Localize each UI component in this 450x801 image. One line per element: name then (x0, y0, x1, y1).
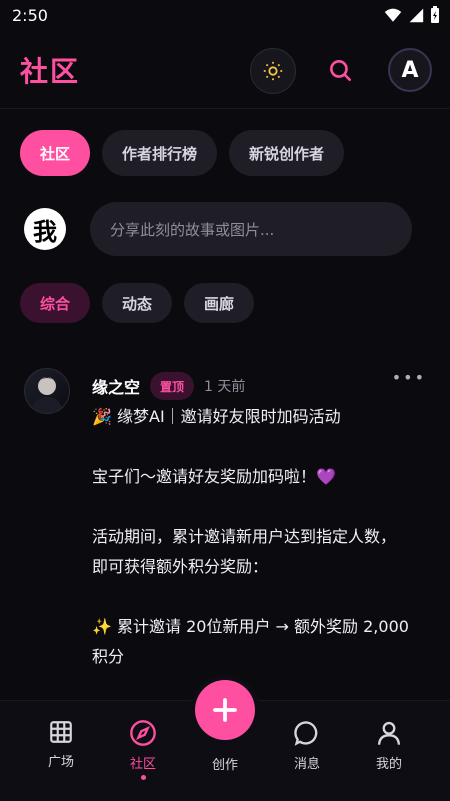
post-line-spacer (92, 582, 432, 612)
post-header: 缘之空 置顶 1 天前 (92, 372, 245, 400)
user-avatar[interactable]: A (388, 48, 432, 92)
post-content: 🎉 缘梦AI｜邀请好友限时加码活动 宝子们～邀请好友奖励加码啦！💜 活动期间，累… (92, 402, 432, 672)
me-avatar: 我 (24, 208, 66, 250)
top-app-bar: 社区 A (0, 32, 450, 109)
post-line: 积分 (92, 647, 125, 666)
more-options-icon[interactable]: ••• (392, 368, 426, 387)
nav-create-label: 创作 (211, 758, 238, 773)
post-line: 🎉 缘梦AI｜邀请好友限时加码活动 (92, 407, 341, 426)
post-author-avatar[interactable] (24, 368, 70, 414)
status-bar: 2:50 (0, 0, 450, 32)
tab-community[interactable]: 社区 (20, 130, 91, 176)
post-line: 即可获得额外积分奖励： (92, 557, 269, 576)
active-indicator-dot (140, 775, 146, 780)
filter-all[interactable]: 综合 (20, 283, 91, 323)
status-icons (384, 6, 440, 24)
post-line: 活动期间，累计邀请新用户达到指定人数， (92, 527, 397, 546)
nav-profile-label: 我的 (375, 757, 402, 772)
wifi-icon (384, 8, 402, 22)
theme-toggle-button[interactable] (250, 48, 296, 94)
section-tabs: 社区 作者排行榜 新锐创作者 (20, 130, 345, 176)
create-button[interactable] (195, 680, 255, 740)
filter-gallery[interactable]: 画廊 (184, 283, 255, 323)
chat-bubble-icon (294, 721, 318, 746)
composer-input[interactable]: 分享此刻的故事或图片... (90, 202, 412, 256)
signal-icon (409, 8, 424, 23)
nav-messages-label: 消息 (293, 757, 320, 772)
search-icon (330, 60, 352, 82)
tab-author-ranking[interactable]: 作者排行榜 (102, 130, 218, 176)
pinned-badge: 置顶 (150, 372, 195, 400)
nav-plaza-label: 广场 (47, 755, 74, 770)
status-time: 2:50 (12, 6, 48, 25)
person-icon (377, 721, 401, 745)
battery-icon (431, 6, 439, 23)
person-portrait-icon (31, 377, 63, 413)
post-line: ✨ 累计邀请 20位新用户 → 额外奖励 2,000 (92, 617, 409, 636)
nav-plaza[interactable]: 广场 (31, 719, 91, 770)
post-timestamp: 1 天前 (204, 379, 246, 395)
page-title: 社区 (20, 55, 81, 88)
post-line: 宝子们～邀请好友奖励加码啦！💜 (92, 467, 336, 486)
post-line-spacer (92, 492, 432, 522)
plus-icon (213, 698, 237, 722)
create-fab-ring (190, 675, 260, 745)
nav-community[interactable]: 社区 (113, 719, 173, 780)
sun-icon (263, 61, 283, 81)
post-composer: 我 分享此刻的故事或图片... (24, 202, 412, 256)
grid-icon (50, 721, 72, 743)
post-username[interactable]: 缘之空 (92, 374, 140, 398)
tab-new-creators[interactable]: 新锐创作者 (229, 130, 345, 176)
nav-community-label: 社区 (129, 757, 156, 772)
compass-icon (130, 720, 156, 746)
filter-updates[interactable]: 动态 (102, 283, 173, 323)
nav-profile[interactable]: 我的 (359, 719, 419, 772)
post-line-spacer (92, 432, 432, 462)
feed-filters: 综合 动态 画廊 (20, 283, 255, 323)
nav-messages[interactable]: 消息 (277, 719, 337, 772)
search-button[interactable] (318, 48, 362, 92)
